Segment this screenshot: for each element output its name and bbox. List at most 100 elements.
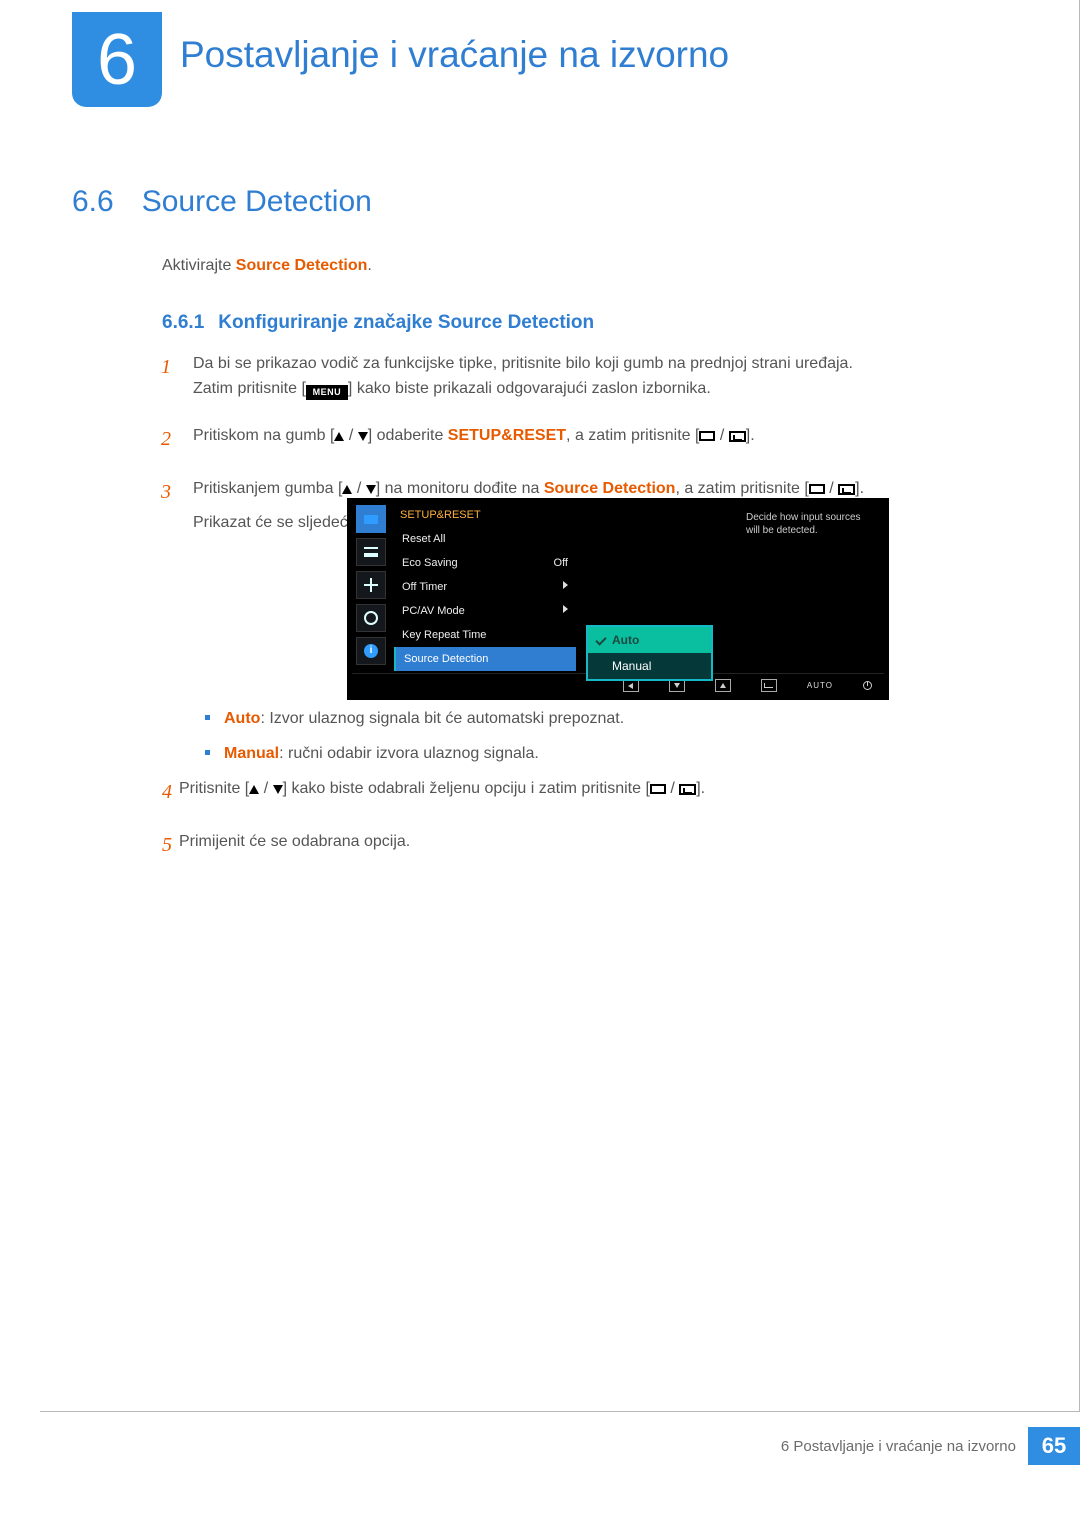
lines-glyph	[364, 547, 378, 557]
text: ] odaberite	[368, 427, 448, 444]
step-body: Primijenit će se odabrana opcija.	[179, 830, 985, 861]
info-glyph: i	[364, 644, 378, 658]
osd-popup: Auto Manual	[586, 625, 713, 681]
osd-row-reset: Reset All	[394, 527, 576, 551]
auto-label: AUTO	[807, 681, 833, 690]
osd-body: i SETUP&RESET Reset All Eco SavingOff Of…	[352, 503, 884, 673]
check-icon	[595, 634, 606, 645]
osd-list-icon	[356, 538, 386, 566]
osd-screenshot: i SETUP&RESET Reset All Eco SavingOff Of…	[347, 498, 889, 700]
text: : ručni odabir izvora ulaznog signala.	[279, 745, 539, 762]
label: Manual	[612, 659, 651, 673]
label: Eco Saving	[402, 557, 458, 569]
power-icon	[863, 681, 872, 690]
footer-text: 6 Postavljanje i vraćanje na izvorno	[781, 1438, 1028, 1455]
step-4: 4 Pritisnite [ / ] kako biste odabrali ž…	[205, 777, 985, 808]
subsection-number: 6.6.1	[162, 312, 204, 334]
osd-hint: Decide how input sources will be detecte…	[746, 511, 874, 537]
chevron-right-icon	[563, 605, 568, 613]
intro-prefix: Aktivirajte	[162, 257, 236, 274]
step-body: Pritisnite [ / ] kako biste odabrali žel…	[179, 777, 985, 808]
chapter-number: 6	[97, 19, 137, 101]
osd-row-eco: Eco SavingOff	[394, 551, 576, 575]
osd-row-keyrepeat: Key Repeat Time	[394, 623, 576, 647]
step-number: 5	[162, 830, 180, 861]
label: Key Repeat Time	[402, 629, 486, 641]
osd-main: SETUP&RESET Reset All Eco SavingOff Off …	[390, 503, 884, 673]
osd-move-icon	[356, 571, 386, 599]
text: Zatim pritisnite [	[193, 380, 306, 397]
monitor-glyph	[364, 515, 378, 524]
text: Da bi se prikazao vodič za funkcijske ti…	[193, 355, 853, 372]
subsection-title: Konfiguriranje značajke Source Detection	[218, 312, 594, 334]
text: ] na monitoru dođite na	[376, 480, 544, 497]
intro-suffix: .	[367, 257, 371, 274]
osd-option-manual: Manual	[588, 653, 711, 679]
bullet-text: Auto: Izvor ulaznog signala bit će autom…	[224, 705, 624, 732]
text: Pritiskom na gumb [	[193, 427, 334, 444]
chevron-right-icon	[563, 581, 568, 589]
label: Source Detection	[404, 653, 488, 665]
label: Reset All	[402, 533, 445, 545]
text: , a zatim pritisnite [	[675, 480, 808, 497]
label: Auto	[612, 633, 639, 647]
chapter-title: Postavljanje i vraćanje na izvorno	[180, 34, 729, 76]
bullet-text: Manual: ručni odabir izvora ulaznog sign…	[224, 740, 539, 767]
section-heading: 6.6 Source Detection	[72, 185, 372, 219]
osd-row-pcav: PC/AV Mode	[394, 599, 576, 623]
enter-icon	[679, 784, 696, 795]
step-body: Da bi se prikazao vodič za funkcijske ti…	[193, 352, 999, 402]
text: ].	[746, 427, 755, 444]
step-body: Pritiskom na gumb [ / ] odaberite SETUP&…	[193, 424, 999, 455]
bullet-icon	[205, 750, 210, 755]
text: ].	[696, 780, 705, 797]
osd-info-icon: i	[356, 637, 386, 665]
rect-icon	[809, 484, 825, 494]
section-number: 6.6	[72, 185, 114, 219]
enter-icon	[729, 431, 746, 442]
nav-enter-icon	[761, 679, 777, 692]
highlight-text: Source Detection	[544, 480, 676, 497]
highlight-text: SETUP&RESET	[448, 427, 566, 444]
footer-page-number: 65	[1028, 1427, 1080, 1465]
text: Pritisnite [	[179, 780, 249, 797]
move-glyph	[364, 578, 378, 592]
footer: 6 Postavljanje i vraćanje na izvorno 65	[781, 1427, 1080, 1465]
step-1: 1 Da bi se prikazao vodič za funkcijske …	[161, 352, 999, 402]
text: ] kako biste odabrali željenu opciju i z…	[283, 780, 650, 797]
step-5: 5 Primijenit će se odabrana opcija.	[205, 830, 985, 861]
rect-icon	[699, 431, 715, 441]
label: Off Timer	[402, 581, 447, 593]
triangle-up-icon	[334, 432, 344, 441]
triangle-down-icon	[273, 785, 283, 794]
label: Manual	[224, 745, 279, 762]
osd-row-source-detection: Source Detection	[394, 647, 576, 671]
step-2: 2 Pritiskom na gumb [ / ] odaberite SETU…	[161, 424, 999, 455]
triangle-down-icon	[366, 485, 376, 494]
section-title: Source Detection	[142, 185, 372, 219]
step-number: 3	[161, 477, 179, 537]
triangle-up-icon	[249, 785, 259, 794]
bullet-auto: Auto: Izvor ulaznog signala bit će autom…	[205, 705, 985, 732]
subsection-heading: 6.6.1 Konfiguriranje značajke Source Det…	[162, 312, 594, 334]
menu-button-icon: MENU	[306, 385, 348, 400]
rect-icon	[650, 784, 666, 794]
label: Auto	[224, 710, 260, 727]
text: ].	[855, 480, 864, 497]
step-number: 2	[161, 424, 179, 455]
osd-gear-icon	[356, 604, 386, 632]
text: ] kako biste prikazali odgovarajući zasl…	[348, 380, 711, 397]
bullet-list: Auto: Izvor ulaznog signala bit će autom…	[205, 705, 985, 883]
text: Pritiskanjem gumba [	[193, 480, 342, 497]
osd-sidebar: i	[352, 503, 390, 673]
triangle-up-icon	[342, 485, 352, 494]
text: : Izvor ulaznog signala bit će automatsk…	[260, 710, 624, 727]
osd-option-auto: Auto	[588, 627, 711, 653]
triangle-down-icon	[358, 432, 368, 441]
chapter-tab: 6	[72, 12, 162, 107]
enter-icon	[838, 484, 855, 495]
gear-glyph	[364, 611, 378, 625]
bullet-manual: Manual: ručni odabir izvora ulaznog sign…	[205, 740, 985, 767]
intro-bold: Source Detection	[236, 257, 368, 274]
step-number: 1	[161, 352, 179, 402]
